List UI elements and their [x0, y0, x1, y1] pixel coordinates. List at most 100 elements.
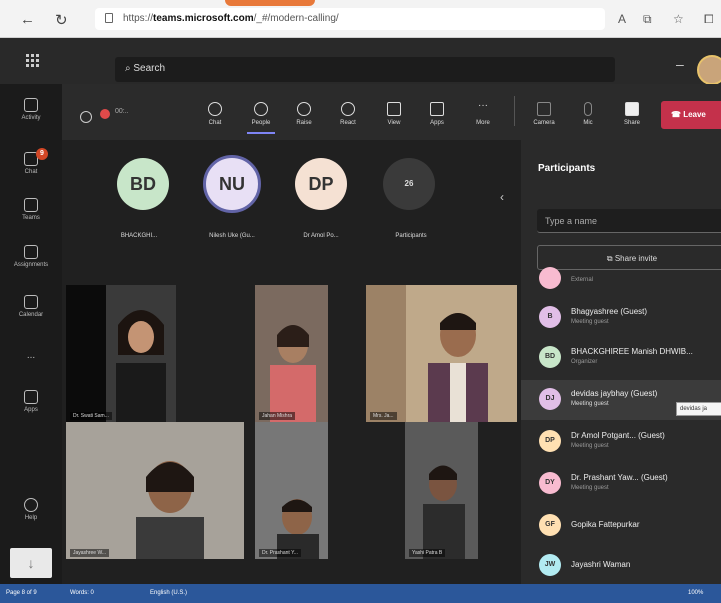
chat-icon	[208, 102, 222, 116]
smile-icon	[341, 102, 355, 116]
participant-role: Meeting guest	[571, 443, 609, 449]
favorite-icon[interactable]: ☆	[673, 12, 684, 26]
camera-off-icon	[537, 102, 551, 116]
toolbar-label: Chat	[208, 120, 222, 126]
participant-name: BHACKGHIREE Manish DHWIB...	[571, 347, 693, 356]
toolbar-mic[interactable]: Mic	[570, 102, 606, 126]
leave-label: Leave	[683, 110, 706, 119]
more-label: ...	[26, 350, 36, 361]
chevron-left-icon[interactable]: ‹	[500, 190, 504, 204]
word-count: Words: 0	[70, 590, 94, 596]
chat-badge: 9	[36, 148, 48, 160]
toolbar-camera[interactable]: Camera	[526, 102, 562, 126]
toolbar-label: Raise	[296, 120, 312, 126]
toolbar-label: View	[387, 120, 401, 126]
search-placeholder: Search	[133, 63, 166, 74]
url-path: /_#/modern-calling/	[253, 13, 339, 24]
rail-label: Help	[24, 515, 38, 521]
app-launcher-icon[interactable]	[26, 54, 40, 68]
url-host: teams.microsoft.com	[153, 13, 254, 24]
toolbar-view[interactable]: View	[376, 102, 412, 126]
participant-avatar: DP	[539, 430, 561, 452]
participant-row[interactable]: DY Dr. Prashant Yaw... (Guest) Meeting g…	[521, 464, 721, 504]
read-aloud-icon[interactable]: A	[618, 12, 626, 26]
toolbar-more[interactable]: ··· More	[465, 101, 501, 127]
download-button[interactable]: ↓	[10, 548, 52, 578]
participant-avatar: GF	[539, 514, 561, 536]
toolbar-label: Camera	[533, 120, 555, 126]
toolbar-label: Mic	[583, 120, 593, 126]
avatar[interactable]	[697, 55, 721, 85]
participant-name: Nilesh Uke (Gu...	[209, 233, 255, 239]
participant-role: External	[571, 277, 594, 283]
participant-row[interactable]: B Bhagyashree (Guest) Meeting guest	[521, 298, 721, 338]
panel-title: Participants	[538, 163, 596, 174]
participant-role: Organizer	[571, 359, 598, 365]
participant-name: BHACKGHI...	[120, 233, 158, 239]
minimize-button[interactable]: –	[676, 56, 684, 72]
video-tile[interactable]: Jahan Mishra	[255, 285, 328, 422]
video-name: Dr. Prashant Y...	[259, 549, 301, 557]
participant-row[interactable]: JW Jayashri Waman	[521, 546, 721, 586]
toolbar-people[interactable]: People	[243, 102, 279, 134]
rail-item-chat[interactable]: 9 Chat	[0, 148, 62, 175]
language: English (U.S.)	[150, 590, 188, 596]
apps-icon	[430, 102, 444, 116]
rail-label: Teams	[22, 215, 40, 221]
leave-button[interactable]: ☎ Leave	[661, 101, 721, 129]
rail-item-teams[interactable]: Teams	[0, 198, 62, 221]
video-tile[interactable]: Dr. Prashant Y...	[255, 422, 328, 559]
rail-item-apps[interactable]: Apps	[0, 390, 62, 413]
back-icon[interactable]: ←	[20, 11, 35, 28]
toolbar-share[interactable]: Share	[614, 102, 650, 126]
address-bar[interactable]: https://teams.microsoft.com/_#/modern-ca…	[95, 8, 605, 30]
search-icon: ⌕	[125, 63, 131, 74]
participant-avatar: DJ	[539, 388, 561, 410]
rail-label: Assignments	[13, 262, 49, 268]
toolbar-apps[interactable]: Apps	[419, 102, 455, 126]
video-feed	[405, 422, 478, 559]
video-feed	[66, 422, 244, 559]
participant-avatar[interactable]: NU	[203, 155, 261, 213]
grid-icon	[387, 102, 401, 116]
share-icon	[625, 102, 639, 116]
participant-name: Gopika Fattepurkar	[571, 520, 640, 529]
video-tile[interactable]: Yashi Patra B	[405, 422, 478, 559]
participant-row[interactable]: External	[521, 265, 721, 295]
search-input[interactable]: ⌕ Search	[115, 57, 615, 82]
video-tile[interactable]: Jayashree W...	[66, 422, 244, 559]
participant-avatar[interactable]: DP	[295, 158, 347, 210]
rail-label: Calendar	[18, 312, 44, 318]
participant-name: devidas jaybhay (Guest)	[571, 389, 658, 398]
toolbar-raise[interactable]: Raise	[286, 102, 322, 126]
refresh-icon[interactable]: ↻	[55, 11, 68, 29]
share-invite-icon: ⧉	[606, 254, 615, 263]
toolbar-react[interactable]: React	[330, 102, 366, 126]
participant-avatar[interactable]: BD	[117, 158, 169, 210]
video-name: Dr. Swati Sam...	[70, 412, 112, 420]
collections-icon[interactable]: ⧠	[704, 12, 714, 27]
rail-label: Chat	[24, 169, 38, 175]
rail-item-calendar[interactable]: Calendar	[0, 295, 62, 318]
participant-role: Meeting guest	[571, 401, 609, 407]
participant-name: Dr. Prashant Yaw... (Guest)	[571, 473, 668, 482]
participant-row[interactable]: BD BHACKGHIREE Manish DHWIB... Organizer	[521, 338, 721, 378]
participant-row[interactable]: GF Gopika Fattepurkar	[521, 506, 721, 546]
participant-avatar: DY	[539, 472, 561, 494]
rail-item-activity[interactable]: Activity	[0, 98, 62, 121]
rail-item-more[interactable]: ...	[0, 350, 62, 361]
video-tile[interactable]: Mrs. Ja...	[366, 285, 517, 422]
rail-item-assignments[interactable]: Assignments	[0, 245, 62, 268]
extension-icon[interactable]: ⧉	[643, 12, 652, 27]
toolbar-label: Share	[623, 120, 640, 126]
help-icon	[24, 498, 38, 512]
rail-item-help[interactable]: Help	[0, 498, 62, 521]
participant-name: Dr Amol Potgant... (Guest)	[571, 431, 665, 440]
participant-row[interactable]: DP Dr Amol Potgant... (Guest) Meeting gu…	[521, 422, 721, 462]
participant-count[interactable]: 26	[383, 158, 435, 210]
video-tile[interactable]: Dr. Swati Sam...	[66, 285, 176, 422]
participant-name: Bhagyashree (Guest)	[571, 307, 648, 316]
toolbar-chat[interactable]: Chat	[197, 102, 233, 126]
participant-avatar: B	[539, 306, 561, 328]
participant-search-input[interactable]: Type a name	[537, 209, 721, 233]
